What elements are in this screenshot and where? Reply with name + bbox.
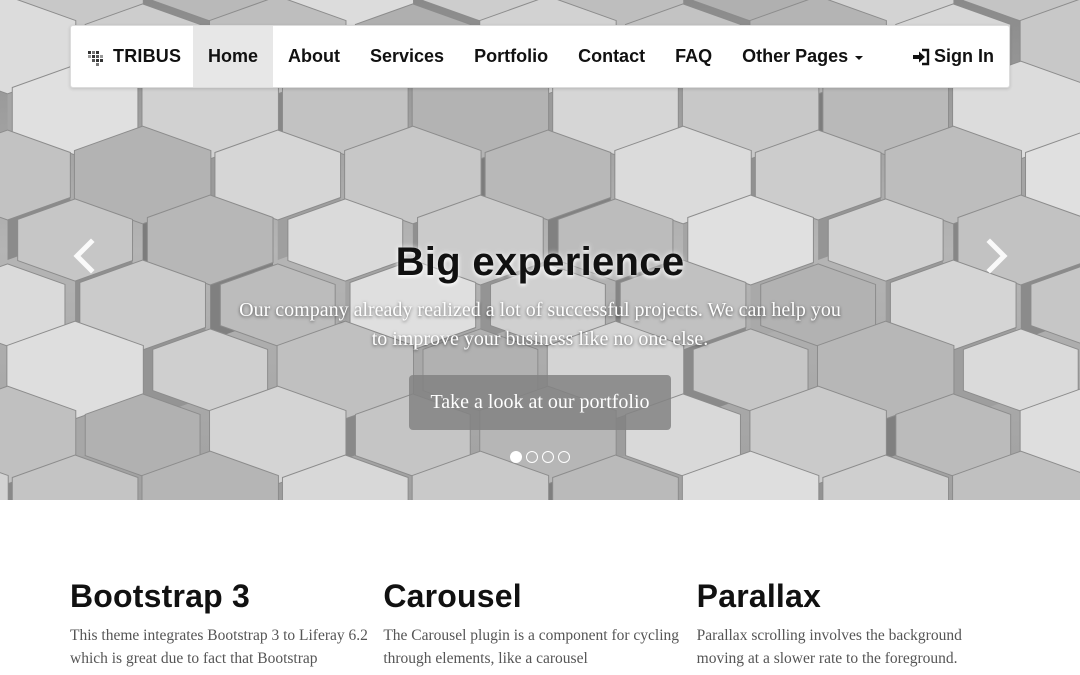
- feature-carousel: Carousel The Carousel plugin is a compon…: [383, 578, 696, 670]
- carousel-title: Big experience: [395, 240, 685, 284]
- chevron-right-icon: [986, 238, 1008, 274]
- carousel-indicators: [510, 451, 570, 463]
- nav-services[interactable]: Services: [355, 26, 459, 87]
- caret-down-icon: [855, 55, 864, 60]
- portfolio-button[interactable]: Take a look at our portfolio: [409, 375, 671, 430]
- nav-other-pages-dropdown[interactable]: Other Pages: [727, 26, 878, 87]
- sign-in-label: Sign In: [934, 46, 994, 66]
- feature-bootstrap: Bootstrap 3 This theme integrates Bootst…: [70, 578, 383, 670]
- feature-title: Parallax: [696, 578, 822, 614]
- feature-text: Parallax scrolling involves the backgrou…: [696, 627, 962, 667]
- feature-text: This theme integrates Bootstrap 3 to Lif…: [70, 627, 368, 667]
- feature-title: Carousel: [383, 578, 522, 614]
- carousel-indicator-4[interactable]: [558, 451, 570, 463]
- carousel-text: Our company already realized a lot of su…: [239, 299, 841, 350]
- feature-title: Bootstrap 3: [70, 578, 250, 614]
- sign-in-icon: [913, 48, 930, 65]
- chevron-left-icon: [73, 238, 95, 274]
- features-section: Bootstrap 3 This theme integrates Bootst…: [70, 578, 1010, 670]
- carousel-indicator-2[interactable]: [526, 451, 538, 463]
- brand-name: TRIBUS: [113, 46, 182, 66]
- carousel-indicator-1[interactable]: [510, 451, 522, 463]
- nav-contact[interactable]: Contact: [563, 26, 660, 87]
- nav-home[interactable]: Home: [193, 26, 274, 87]
- pixel-logo-icon: [88, 50, 103, 66]
- nav-faq[interactable]: FAQ: [660, 26, 727, 87]
- carousel-prev-button[interactable]: [70, 238, 100, 274]
- carousel-caption: Big experience Our company already reali…: [0, 240, 1080, 354]
- nav-portfolio[interactable]: Portfolio: [459, 26, 563, 87]
- nav-other-pages-label: Other Pages: [742, 46, 849, 66]
- nav-about[interactable]: About: [273, 26, 355, 87]
- sign-in-button[interactable]: Sign In: [911, 26, 1009, 87]
- navbar: TRIBUS Home About Services Portfolio Con…: [70, 25, 1010, 88]
- nav-links: Home About Services Portfolio Contact FA…: [193, 26, 878, 87]
- carousel-next-button[interactable]: [981, 238, 1011, 274]
- carousel-indicator-3[interactable]: [542, 451, 554, 463]
- feature-text: The Carousel plugin is a component for c…: [383, 627, 680, 667]
- feature-parallax: Parallax Parallax scrolling involves the…: [697, 578, 1010, 670]
- brand[interactable]: TRIBUS: [71, 26, 193, 87]
